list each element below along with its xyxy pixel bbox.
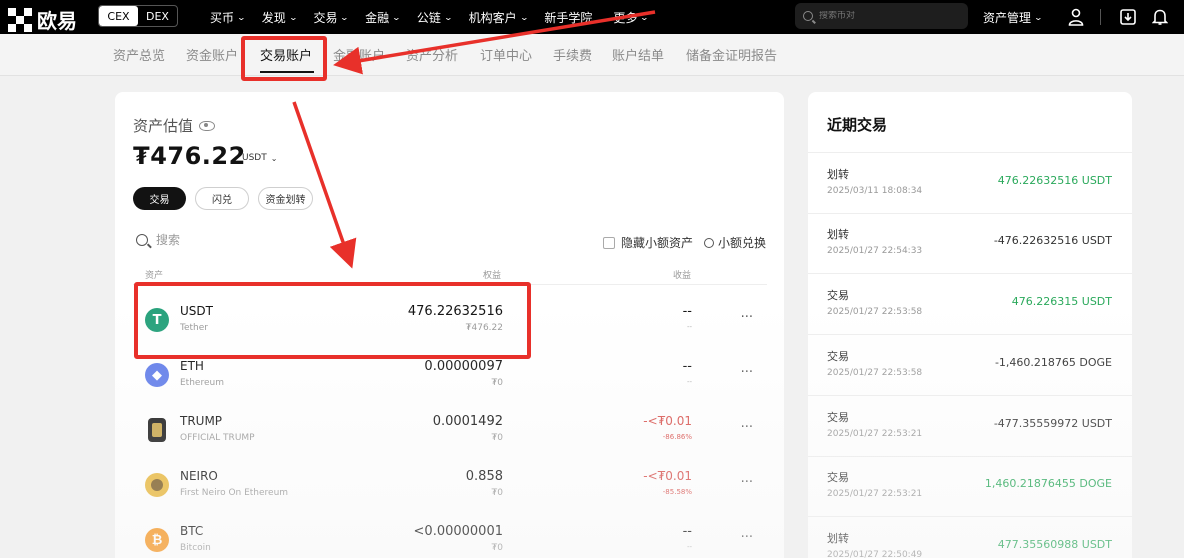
transaction-item[interactable]: 划转 2025/01/27 22:50:49 477.35560988 USDT <box>808 524 1132 558</box>
small-exchange-link[interactable]: 小额兑换 <box>704 234 766 251</box>
chevron-down-icon: ⌄ <box>519 12 529 22</box>
tab-fees[interactable]: 手续费 <box>553 45 592 64</box>
divider <box>808 152 1132 153</box>
tab-asset-analysis[interactable]: 资产分析 <box>406 45 458 64</box>
user-icon[interactable] <box>1065 6 1087 28</box>
asset-search[interactable]: 搜索 <box>136 231 180 248</box>
tab-trading-account[interactable]: 交易账户 <box>260 45 312 64</box>
checkbox[interactable] <box>603 236 615 249</box>
asset-management-menu[interactable]: 资产管理 ⌄ <box>983 0 1044 34</box>
transaction-item[interactable]: 划转 2025/01/27 22:54:33 -476.22632516 USD… <box>808 220 1132 281</box>
total-balance: ₮476.22 <box>133 142 246 170</box>
transaction-item[interactable]: 交易 2025/01/27 22:53:21 1,460.21876455 DO… <box>808 463 1132 524</box>
more-options-icon[interactable]: ... <box>741 526 753 541</box>
convert-button[interactable]: 闪兑 <box>195 187 249 210</box>
chevron-down-icon: ⌄ <box>270 153 278 163</box>
nav-item-academy[interactable]: 新手学院 <box>544 9 596 26</box>
table-row[interactable]: TRUMP OFFICIAL TRUMP 0.0001492 ₮0 -<₮0.0… <box>133 406 767 460</box>
chevron-down-icon: ⌄ <box>340 12 350 22</box>
chevron-down-icon: ⌄ <box>391 12 402 22</box>
top-nav-bar: 欧易 CEX DEX 买币 ⌄ 发现 ⌄ 交易 ⌄ 金融 ⌄ 公链 ⌄ 机构客户 ⌄ 新手学… <box>0 0 1184 34</box>
divider <box>808 334 1132 335</box>
table-header-divider <box>133 284 767 285</box>
usdt-icon: T <box>145 308 169 332</box>
col-equity: 权益 <box>483 271 502 281</box>
currency-selector[interactable]: USDT ⌄ <box>242 153 277 163</box>
nav-item-trade[interactable]: 交易 ⌄ <box>313 9 350 26</box>
pair-search[interactable] <box>795 3 968 29</box>
nav-item-institutional[interactable]: 机构客户 ⌄ <box>469 9 529 26</box>
transaction-item[interactable]: 划转 2025/03/11 18:08:34 476.22632516 USDT <box>808 160 1132 221</box>
divider <box>808 516 1132 517</box>
chevron-down-icon: ⌄ <box>236 12 247 22</box>
nav-item-chain[interactable]: 公链 ⌄ <box>417 9 453 26</box>
download-icon[interactable] <box>1117 6 1139 28</box>
chevron-down-icon: ⌄ <box>443 12 453 22</box>
tab-overview[interactable]: 资产总览 <box>113 45 165 64</box>
active-tab-underline <box>260 71 314 73</box>
pair-search-input[interactable] <box>819 11 949 21</box>
chevron-down-icon: ⌄ <box>1033 12 1044 22</box>
more-options-icon[interactable]: ... <box>741 306 753 321</box>
neiro-icon <box>145 473 169 497</box>
bell-icon[interactable] <box>1149 6 1171 28</box>
cex-dex-switch[interactable]: CEX DEX <box>98 5 178 27</box>
divider <box>808 213 1132 214</box>
more-options-icon[interactable]: ... <box>741 361 753 376</box>
search-icon <box>136 233 148 246</box>
asset-search-input[interactable]: 搜索 <box>156 231 180 248</box>
dex-toggle[interactable]: DEX <box>138 6 177 26</box>
nav-item-discover[interactable]: 发现 ⌄ <box>262 9 298 26</box>
hide-small-assets-toggle[interactable]: 隐藏小额资产 <box>603 234 693 251</box>
cex-toggle[interactable]: CEX <box>99 6 138 26</box>
okx-logo[interactable]: 欧易 <box>8 5 77 34</box>
okx-logo-icon <box>8 7 32 32</box>
tab-earn-account[interactable]: 金融账户 <box>333 45 385 64</box>
topbar-divider <box>1100 9 1101 25</box>
divider <box>808 395 1132 396</box>
trump-icon <box>148 418 166 442</box>
more-options-icon[interactable]: ... <box>741 471 753 486</box>
asset-valuation-label: 资产估值 <box>133 115 216 136</box>
tab-order-center[interactable]: 订单中心 <box>480 45 532 64</box>
account-subnav: 资产总览 资金账户 交易账户 金融账户 资产分析 订单中心 手续费 账户结单 储… <box>0 34 1184 76</box>
tab-funding-account[interactable]: 资金账户 <box>186 45 238 64</box>
table-row[interactable]: T USDT Tether 476.22632516 ₮476.22 -- --… <box>133 296 767 350</box>
logo-text: 欧易 <box>37 9 77 33</box>
transaction-item[interactable]: 交易 2025/01/27 22:53:58 -1,460.218765 DOG… <box>808 342 1132 403</box>
exchange-icon <box>704 237 714 248</box>
chevron-down-icon: ⌄ <box>640 12 650 22</box>
divider <box>808 456 1132 457</box>
main-nav: 买币 ⌄ 发现 ⌄ 交易 ⌄ 金融 ⌄ 公链 ⌄ 机构客户 ⌄ 新手学院 更多 ⌄ <box>210 0 665 34</box>
transaction-item[interactable]: 交易 2025/01/27 22:53:58 476.226315 USDT <box>808 281 1132 342</box>
col-asset: 资产 <box>145 271 164 281</box>
more-options-icon[interactable]: ... <box>741 416 753 431</box>
tab-statements[interactable]: 账户结单 <box>612 45 664 64</box>
recent-transactions-title: 近期交易 <box>827 116 888 134</box>
transaction-item[interactable]: 交易 2025/01/27 22:53:21 -477.35559972 USD… <box>808 403 1132 464</box>
divider <box>808 273 1132 274</box>
eye-icon[interactable] <box>199 120 216 131</box>
eth-icon: ◆ <box>145 363 169 387</box>
btc-icon: ₿ <box>145 528 169 552</box>
nav-item-buy[interactable]: 买币 ⌄ <box>210 9 247 26</box>
nav-item-finance[interactable]: 金融 ⌄ <box>365 9 402 26</box>
table-row[interactable]: ◆ ETH Ethereum 0.00000097 ₮0 -- -- ... <box>133 351 767 405</box>
transfer-button[interactable]: 资金划转 <box>258 187 313 210</box>
search-icon <box>803 11 813 21</box>
table-row[interactable]: ₿ BTC Bitcoin <0.00000001 ₮0 -- -- ... <box>133 516 767 558</box>
chevron-down-icon: ⌄ <box>288 12 298 22</box>
col-pnl: 收益 <box>673 271 692 281</box>
nav-item-more[interactable]: 更多 ⌄ <box>613 9 650 26</box>
table-row[interactable]: NEIRO First Neiro On Ethereum 0.858 ₮0 -… <box>133 461 767 515</box>
trade-button[interactable]: 交易 <box>133 187 186 210</box>
tab-proof-of-reserves[interactable]: 储备金证明报告 <box>686 45 777 64</box>
